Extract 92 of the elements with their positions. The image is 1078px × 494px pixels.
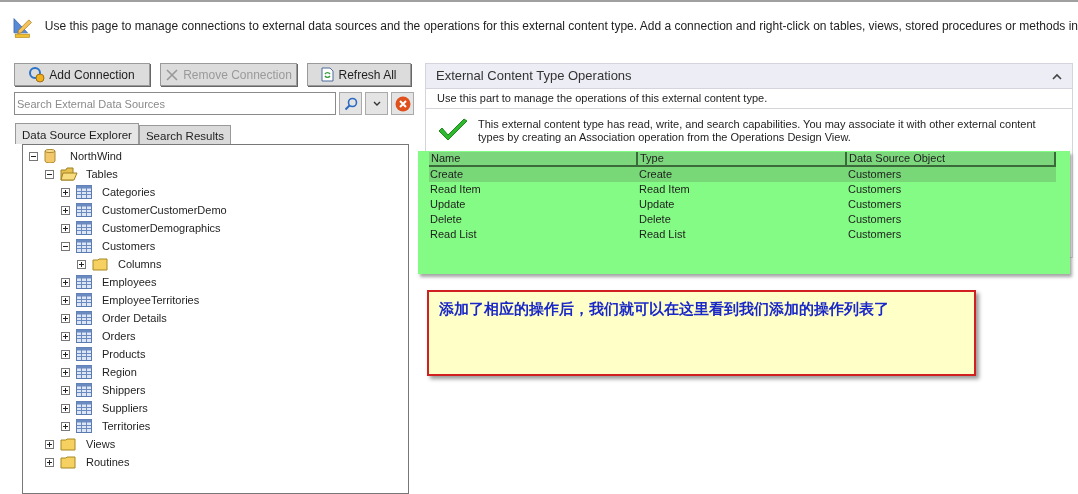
close-icon [394,95,411,112]
expand-toggle[interactable] [61,421,70,431]
tab[interactable]: Data Source Explorer [15,123,139,144]
table-icon [76,347,92,361]
table-cell-text: Customers [847,182,903,197]
annotation-note: 添加了相应的操作后，我们就可以在这里看到我们添加的操作列表了 [427,290,976,376]
tree-item[interactable]: NorthWind [70,147,122,165]
table-icon [76,401,92,415]
expand-toggle[interactable] [61,277,70,287]
expand-toggle[interactable] [61,385,70,395]
operation-row[interactable]: Create Create Customers [429,167,1056,182]
tree-item[interactable]: CustomerCustomerDemo [102,201,227,219]
collapse-toggle[interactable] [61,241,70,251]
toolbar-button[interactable]: Add Connection [14,63,150,86]
expand-toggle[interactable] [77,259,86,269]
table-cell-text: Create [429,167,465,182]
panel-description: Use this part to manage the operations of this external content type. [426,89,1072,109]
tree-item[interactable]: Views [86,435,116,453]
tree-item[interactable]: Categories [102,183,156,201]
expand-toggle[interactable] [61,205,70,215]
clear-button[interactable] [391,92,414,115]
collapse-icon[interactable] [1052,72,1062,80]
folder-icon [92,257,108,271]
database-icon [44,149,56,163]
search-field[interactable]: Search External Data Sources [14,92,336,115]
toolbar-button[interactable]: Refresh All [307,63,411,86]
tree-item[interactable]: Tables [86,165,118,183]
expand-toggle[interactable] [61,403,70,413]
column-header[interactable]: Data Source Object [847,152,1056,167]
tree-item[interactable]: Order Details [102,309,167,327]
page-description: Use this page to manage connections to external data sources and the operations for this external content type. Add a connection and right-click on tables, views, stored procedures or methods in [44,18,1078,35]
table-cell-text: Customers [847,212,903,227]
tab[interactable]: Search Results [138,125,231,144]
chevron-down-icon [372,101,381,106]
tree-item[interactable]: Territories [102,417,151,435]
tree-item[interactable]: Suppliers [102,399,148,417]
table-icon [76,365,92,379]
table-icon [76,275,92,289]
expand-toggle[interactable] [61,331,70,341]
tree-item[interactable]: Shippers [102,381,146,399]
table-icon [76,311,92,325]
panel-title: External Content Type Operations [436,67,632,86]
expand-toggle[interactable] [61,367,70,377]
table-icon [76,239,92,253]
table-cell-text: Customers [847,197,903,212]
capabilities-message: This external content type has read, write, and search capabilities. You may associate it with other external content types by creating an Association operation from the Operations Design View. [478,118,1037,144]
collapse-toggle[interactable] [45,169,54,179]
tree-item[interactable]: Columns [118,255,162,273]
tree-item[interactable]: Products [102,345,146,363]
expand-toggle[interactable] [61,223,70,233]
tree-item[interactable]: Region [102,363,137,381]
folder-icon [60,437,76,451]
table-icon [76,383,92,397]
open-folder-icon [60,167,78,181]
table-cell-text: Update [638,197,676,212]
table-cell-text: Create [638,167,674,182]
expand-toggle[interactable] [61,349,70,359]
table-icon [76,221,92,235]
table-cell-text: Customers [847,167,903,182]
expand-toggle[interactable] [61,295,70,305]
column-header[interactable]: Type [638,152,847,167]
tree-item[interactable]: Orders [102,327,136,345]
search-button[interactable] [339,92,362,115]
expand-toggle[interactable] [45,439,54,449]
tree-item[interactable]: Routines [86,453,130,471]
tree-item[interactable]: CustomerDemographics [102,219,221,237]
expand-toggle[interactable] [61,313,70,323]
checkmark-icon [438,118,468,142]
collapse-toggle[interactable] [29,151,38,161]
table-icon [76,203,92,217]
table-cell-text: Read List [638,227,687,242]
table-cell-text: Customers [847,227,903,242]
table-cell-text: Read List [429,227,478,242]
table-icon [76,419,92,433]
table-cell-text: Read Item [638,182,691,197]
table-cell-text: Update [429,197,467,212]
table-cell-text: Delete [638,212,672,227]
table-cell-text: Delete [429,212,463,227]
x-icon [165,67,180,82]
table-icon [76,293,92,307]
column-header[interactable]: Name [429,152,638,167]
table-cell-text: Read Item [429,182,482,197]
table-icon [76,329,92,343]
folder-icon [60,455,76,469]
refresh-document-icon [321,67,335,82]
tree-item[interactable]: Employees [102,273,157,291]
expand-toggle[interactable] [45,457,54,467]
tree-item[interactable]: EmployeeTerritories [102,291,200,309]
search-icon [343,96,358,111]
table-icon [76,185,92,199]
expand-toggle[interactable] [61,187,70,197]
tree-item[interactable]: Customers [102,237,156,255]
